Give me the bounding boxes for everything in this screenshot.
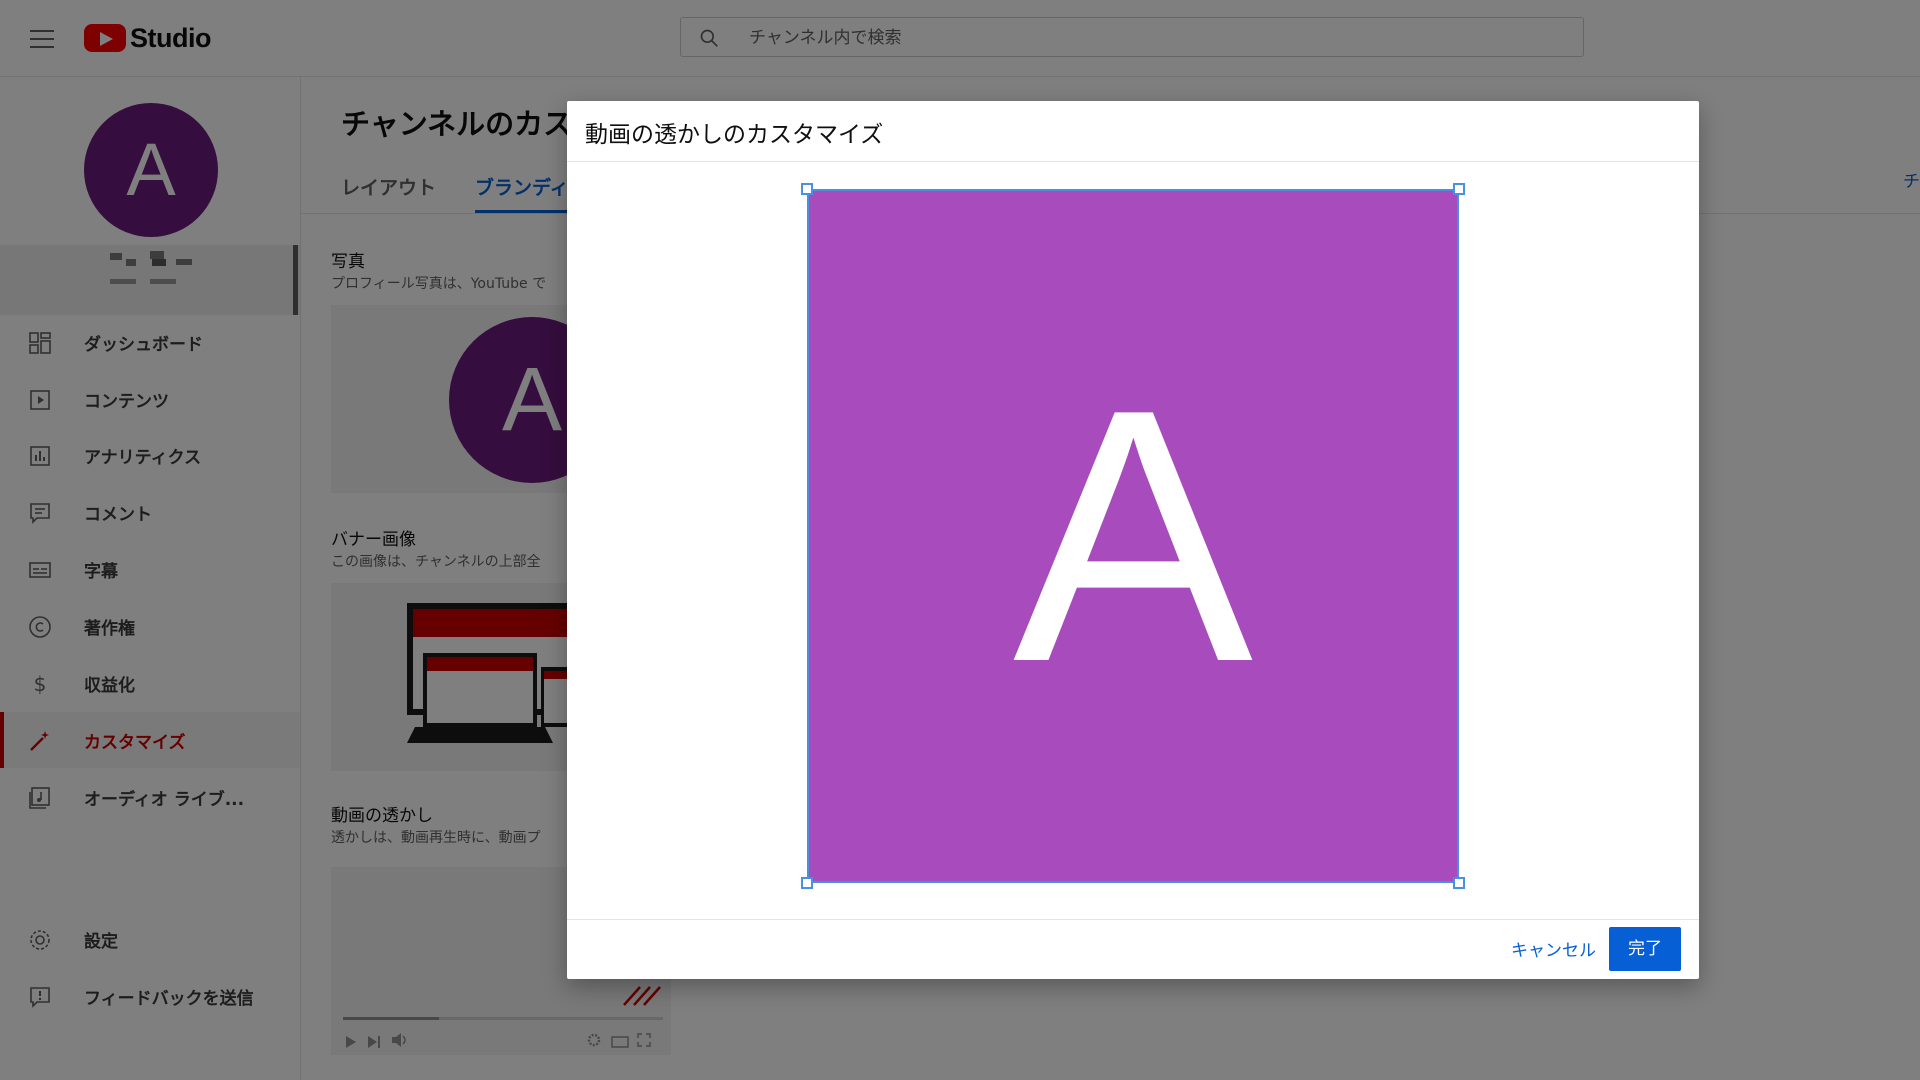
crop-handle-top-left[interactable]	[801, 183, 813, 195]
watermark-customize-dialog: 動画の透かしのカスタマイズ A キャンセル 完了	[567, 101, 1699, 979]
dialog-footer-divider	[567, 919, 1699, 920]
dialog-header-divider	[567, 161, 1699, 162]
crop-handle-bottom-left[interactable]	[801, 877, 813, 889]
crop-handle-bottom-right[interactable]	[1453, 877, 1465, 889]
dialog-title: 動画の透かしのカスタマイズ	[585, 122, 884, 148]
crop-selection-box[interactable]	[807, 189, 1459, 883]
crop-handle-top-right[interactable]	[1453, 183, 1465, 195]
done-button[interactable]: 完了	[1609, 927, 1681, 971]
cancel-button[interactable]: キャンセル	[1499, 929, 1608, 973]
